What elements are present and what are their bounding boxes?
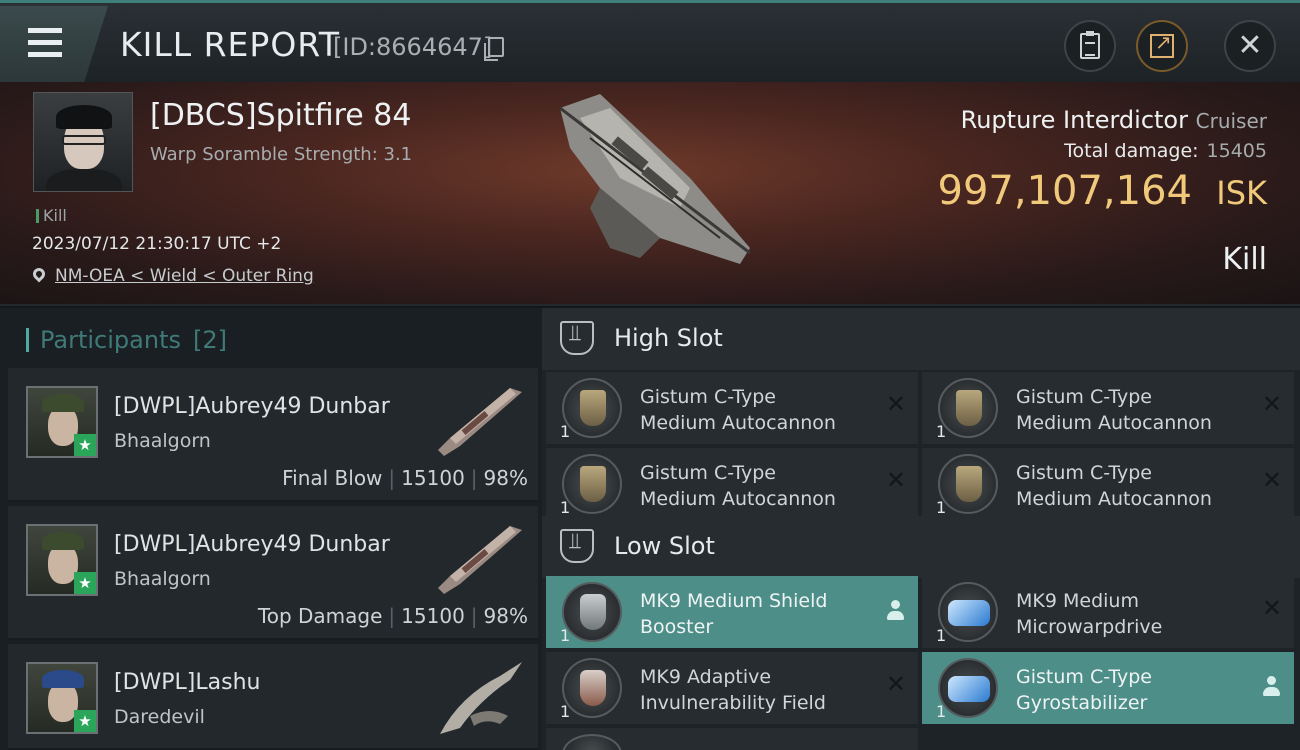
participant-name: [DWPL]Aubrey49 Dunbar (114, 532, 390, 557)
menu-icon (28, 28, 62, 33)
destroyed-icon: ✕ (1261, 594, 1282, 622)
module-name: Gistum C-Type Medium Autocannon (1016, 386, 1212, 434)
participant-ship-image (438, 526, 522, 594)
module-item[interactable]: 1 Gistum C-Type Gyrostabilizer (922, 652, 1294, 724)
microwarpdrive-icon (938, 582, 998, 642)
location-pin-icon (30, 265, 48, 283)
participant-stats: Final Blow | 15100 | 98% (282, 466, 528, 490)
participant-card[interactable]: ★ [DWPL]Lashu Daredevil (8, 644, 538, 750)
participants-header: Participants [2] (26, 326, 227, 354)
participant-ship: Bhaalgorn (114, 430, 211, 452)
module-item[interactable]: 1 Gistum C-Type Medium Autocannon ✕ (546, 372, 918, 444)
destroyed-icon: ✕ (1261, 390, 1282, 418)
high-slot-header: High Slot (542, 308, 1300, 370)
kill-datetime: 2023/07/12 21:30:17 UTC +2 (32, 234, 282, 254)
isk-value: 997,107,164 (937, 168, 1192, 214)
participant-ship: Bhaalgorn (114, 568, 211, 590)
location-link[interactable]: NM-OEA < Wield < Outer Ring (55, 266, 314, 286)
participant-name: [DWPL]Lashu (114, 670, 261, 695)
participant-card[interactable]: ★ [DWPL]Aubrey49 Dunbar Bhaalgorn Top Da… (8, 506, 538, 640)
title-bar: KILL REPORT [ID:8664647] ✕ (0, 0, 1300, 82)
module-name: MK9 Medium Microwarpdrive (1016, 590, 1163, 638)
module-name: MK9 Medium Shield Booster (640, 590, 828, 638)
clipboard-button[interactable] (1064, 20, 1116, 72)
kill-tag: Kill (36, 206, 67, 225)
invulnerability-field-icon (562, 658, 622, 718)
star-icon: ★ (74, 710, 96, 732)
destroyed-icon: ✕ (885, 390, 906, 418)
report-id: [ID:8664647] (333, 33, 493, 61)
participant-name: [DWPL]Aubrey49 Dunbar (114, 394, 390, 419)
victim-portrait[interactable] (33, 92, 133, 192)
star-icon: ★ (74, 572, 96, 594)
module-item[interactable]: 1 MK9 Medium Microwarpdrive ✕ (922, 576, 1294, 648)
module-item[interactable]: 1 Gistum C-Type Medium Autocannon ✕ (922, 372, 1294, 444)
participant-ship: Daredevil (114, 706, 205, 728)
low-slot-icon (560, 529, 594, 563)
total-damage: Total damage: 15405 (1064, 140, 1267, 162)
close-button[interactable]: ✕ (1224, 20, 1276, 72)
module-name: Gistum C-Type Medium Autocannon (1016, 462, 1212, 510)
low-slot-header: Low Slot (542, 516, 1300, 578)
clipboard-icon (1080, 31, 1100, 59)
victim-name: [DBCS]Spitfire 84 (150, 98, 412, 133)
isk-unit: ISK (1216, 174, 1267, 212)
gyrostabilizer-icon (938, 658, 998, 718)
module-name: Gistum C-Type Gyrostabilizer (1016, 666, 1152, 714)
shield-booster-icon (562, 582, 622, 642)
participant-stats: Top Damage | 15100 | 98% (257, 604, 528, 628)
close-icon: ✕ (1237, 28, 1263, 63)
page-title: KILL REPORT (120, 25, 340, 64)
module-item[interactable]: 1 MK9 Medium Shield Booster (546, 576, 918, 648)
autocannon-icon (562, 378, 622, 438)
module-name: Gistum C-Type Medium Autocannon (640, 462, 836, 510)
autocannon-icon (938, 378, 998, 438)
module-name: Gistum C-Type Medium Autocannon (640, 386, 836, 434)
destroyed-icon: ✕ (1261, 466, 1282, 494)
victim-ship-type: Rupture Interdictor Cruiser (960, 106, 1267, 134)
module-item[interactable] (546, 728, 918, 750)
participant-card[interactable]: ★ [DWPL]Aubrey49 Dunbar Bhaalgorn Final … (8, 368, 538, 502)
participant-ship-image (438, 388, 522, 456)
module-name: MK9 Adaptive Invulnerability Field (640, 666, 826, 714)
star-icon: ★ (74, 434, 96, 456)
destroyed-icon: ✕ (885, 466, 906, 494)
module-item[interactable]: 1 MK9 Adaptive Invulnerability Field ✕ (546, 652, 918, 724)
module-item[interactable]: 1 Gistum C-Type Medium Autocannon ✕ (922, 448, 1294, 520)
share-button[interactable] (1136, 20, 1188, 72)
dropped-icon (1262, 676, 1280, 698)
participants-panel: Participants [2] ★ [DWPL]Aubrey49 Dunbar … (0, 308, 542, 750)
copy-icon[interactable] (484, 37, 504, 61)
autocannon-icon (562, 454, 622, 514)
victim-subtitle: Warp Soramble Strength: 3.1 (150, 144, 413, 165)
menu-button[interactable] (0, 6, 108, 82)
participant-ship-image (440, 662, 522, 734)
high-slot-icon (560, 321, 594, 355)
fitting-panel: High Slot 1 Gistum C-TypeMedium Autocann… (542, 308, 1300, 750)
result-label: Kill (1222, 242, 1267, 277)
share-icon (1150, 30, 1174, 58)
victim-summary: [DBCS]Spitfire 84 Warp Soramble Strength… (0, 82, 1300, 306)
victim-ship-image (559, 94, 751, 264)
dropped-icon (886, 600, 904, 622)
module-icon (562, 734, 622, 750)
destroyed-icon: ✕ (885, 670, 906, 698)
module-item[interactable]: 1 Gistum C-Type Medium Autocannon ✕ (546, 448, 918, 520)
autocannon-icon (938, 454, 998, 514)
